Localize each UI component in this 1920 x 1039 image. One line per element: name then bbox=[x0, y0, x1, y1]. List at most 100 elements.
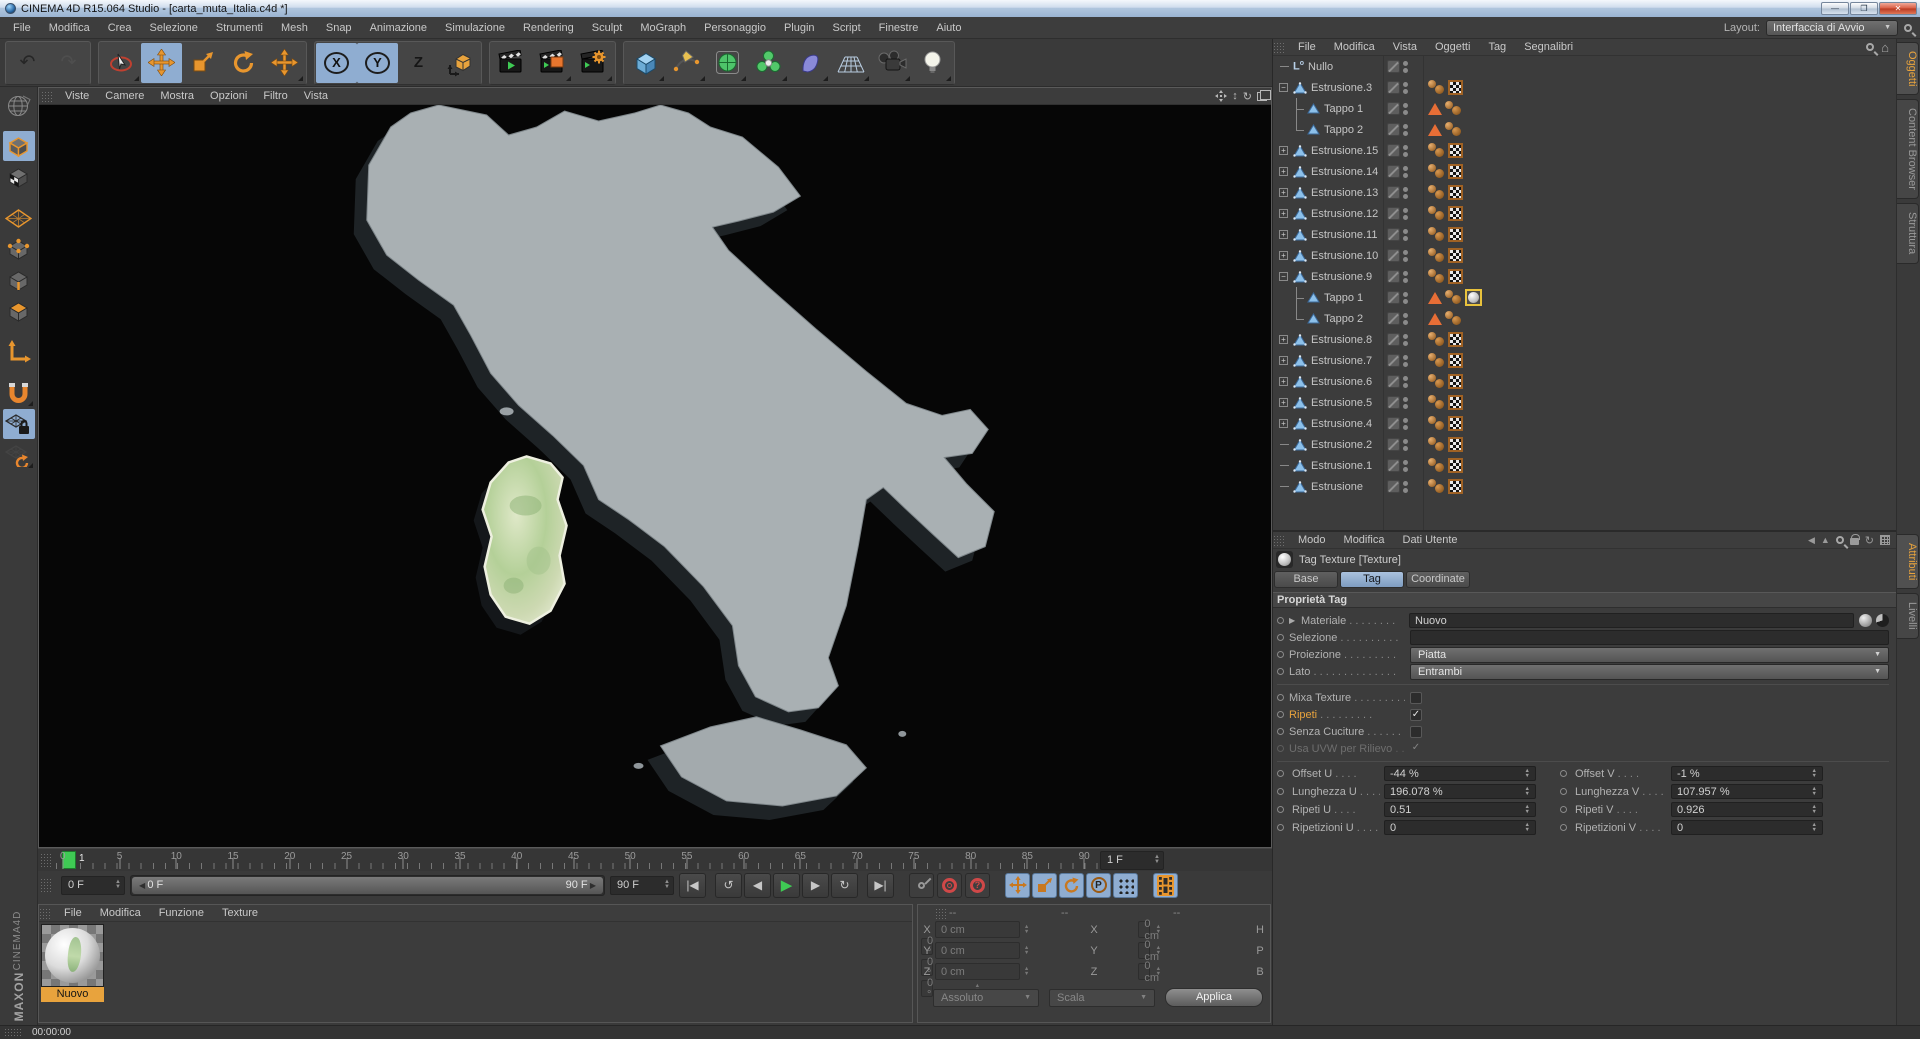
axis-mode-icon[interactable] bbox=[3, 337, 35, 367]
menu-item-tag[interactable]: Tag bbox=[1479, 41, 1515, 53]
anim-dot[interactable] bbox=[1277, 617, 1284, 624]
menu-item-modifica[interactable]: Modifica bbox=[1335, 534, 1394, 546]
materiale-field[interactable]: Nuovo bbox=[1409, 613, 1854, 628]
goto-end-button[interactable]: ▶| bbox=[867, 873, 894, 898]
visibility-dots[interactable] bbox=[1403, 376, 1408, 388]
layer-color-toggle[interactable] bbox=[1387, 375, 1400, 388]
layout-select[interactable]: Interfaccia di Avvio▼ bbox=[1766, 20, 1898, 36]
lock-x-axis-icon[interactable]: X bbox=[316, 43, 357, 83]
object-row-estrusione-7[interactable]: +Estrusione.7 bbox=[1273, 350, 1896, 371]
anim-dot[interactable] bbox=[1560, 824, 1567, 831]
menu-item-file[interactable]: File bbox=[4, 22, 40, 34]
visibility-dots[interactable] bbox=[1403, 166, 1408, 178]
minimize-button[interactable]: — bbox=[1821, 2, 1849, 15]
object-row-estrusione-10[interactable]: +Estrusione.10 bbox=[1273, 245, 1896, 266]
anim-dot[interactable] bbox=[1277, 728, 1284, 735]
object-name[interactable]: Estrusione.9 bbox=[1311, 271, 1372, 283]
render-settings-icon[interactable] bbox=[573, 43, 614, 83]
start-frame-spinner[interactable]: 0 F ▲▼ bbox=[61, 876, 125, 895]
panel-tab-livelli[interactable]: Livelli bbox=[1897, 593, 1919, 639]
phong-tag-icon[interactable] bbox=[1428, 374, 1445, 389]
menu-item-file[interactable]: File bbox=[55, 907, 91, 919]
menu-item-vista[interactable]: Vista bbox=[1384, 41, 1426, 53]
search-icon[interactable] bbox=[1904, 24, 1912, 32]
coords-field-y-1[interactable]: 0 cm bbox=[1138, 942, 1150, 959]
workplane-paint-mode-icon[interactable] bbox=[3, 203, 35, 233]
menu-item-mesh[interactable]: Mesh bbox=[272, 22, 317, 34]
object-row-estrusione-9[interactable]: −Estrusione.9 bbox=[1273, 266, 1896, 287]
menu-item-plugin[interactable]: Plugin bbox=[775, 22, 824, 34]
phong-tag-icon[interactable] bbox=[1428, 185, 1445, 200]
visibility-toggles[interactable] bbox=[1387, 354, 1408, 367]
tab-base[interactable]: Base bbox=[1274, 571, 1338, 588]
phong-tag-icon[interactable] bbox=[1445, 290, 1462, 305]
offset-v-field[interactable]: -1 %▲▼ bbox=[1671, 766, 1823, 781]
visibility-dots[interactable] bbox=[1403, 61, 1408, 73]
rotate-tool-icon[interactable] bbox=[223, 43, 264, 83]
undo-icon[interactable]: ↶ bbox=[7, 43, 48, 83]
apply-button[interactable]: Applica bbox=[1165, 988, 1263, 1007]
anim-dot[interactable] bbox=[1560, 770, 1567, 777]
menu-item-viste[interactable]: Viste bbox=[57, 90, 97, 102]
selection-tag-icon[interactable] bbox=[1428, 313, 1442, 325]
visibility-toggles[interactable] bbox=[1387, 123, 1408, 136]
object-row-estrusione-14[interactable]: + Estrusione.14 bbox=[1273, 161, 1896, 182]
key-rotation-button[interactable] bbox=[1059, 873, 1084, 898]
uvw-tag-icon[interactable] bbox=[1448, 479, 1463, 494]
layer-color-toggle[interactable] bbox=[1387, 396, 1400, 409]
points-mode-icon[interactable] bbox=[3, 234, 35, 264]
layer-color-toggle[interactable] bbox=[1387, 291, 1400, 304]
object-row-estrusione-2[interactable]: Estrusione.2 bbox=[1273, 434, 1896, 455]
visibility-toggles[interactable] bbox=[1387, 60, 1408, 73]
expand-icon[interactable]: + bbox=[1279, 167, 1288, 176]
visibility-toggles[interactable] bbox=[1387, 249, 1408, 262]
menu-item-dati-utente[interactable]: Dati Utente bbox=[1394, 534, 1467, 546]
spinner-arrows[interactable]: ▲▼ bbox=[1022, 946, 1032, 955]
layer-color-toggle[interactable] bbox=[1387, 228, 1400, 241]
key-scale-button[interactable] bbox=[1032, 873, 1057, 898]
selezione-field[interactable] bbox=[1410, 630, 1889, 645]
object-name[interactable]: Estrusione bbox=[1311, 481, 1363, 493]
goto-start-button[interactable]: |◀ bbox=[679, 873, 706, 898]
anim-dot[interactable] bbox=[1277, 694, 1284, 701]
expand-icon[interactable]: + bbox=[1279, 230, 1288, 239]
menu-item-filtro[interactable]: Filtro bbox=[255, 90, 295, 102]
uvw-tag-icon[interactable] bbox=[1448, 269, 1463, 284]
history-up-icon[interactable]: ▲ bbox=[1821, 535, 1830, 545]
layer-color-toggle[interactable] bbox=[1387, 480, 1400, 493]
uvw-tag-icon[interactable] bbox=[1448, 416, 1463, 431]
proiezione-dropdown[interactable]: Piatta▼ bbox=[1410, 647, 1889, 663]
expand-icon[interactable]: + bbox=[1279, 356, 1288, 365]
tab-tag[interactable]: Tag bbox=[1340, 571, 1404, 588]
spinner-arrows[interactable]: ▲▼ bbox=[1022, 967, 1032, 976]
texture-mode-icon[interactable] bbox=[3, 162, 35, 192]
object-row-estrusione-12[interactable]: +Estrusione.12 bbox=[1273, 203, 1896, 224]
object-row-estrusione-13[interactable]: +Estrusione.13 bbox=[1273, 182, 1896, 203]
visibility-toggles[interactable] bbox=[1387, 312, 1408, 325]
scale-tool-icon[interactable] bbox=[182, 43, 223, 83]
visibility-toggles[interactable] bbox=[1387, 480, 1408, 493]
next-key-button[interactable]: ↻ bbox=[831, 873, 858, 898]
light-icon[interactable] bbox=[912, 43, 953, 83]
coordinate-system-icon[interactable] bbox=[439, 43, 480, 83]
ripeti-v-field[interactable]: 0.926▲▼ bbox=[1671, 802, 1823, 817]
visibility-dots[interactable] bbox=[1403, 145, 1408, 157]
expand-arrow-icon[interactable]: ▶ bbox=[1289, 616, 1296, 625]
phong-tag-icon[interactable] bbox=[1445, 101, 1462, 116]
menu-item-sculpt[interactable]: Sculpt bbox=[583, 22, 632, 34]
phong-tag-icon[interactable] bbox=[1428, 479, 1445, 494]
uvw-tag-icon[interactable] bbox=[1448, 227, 1463, 242]
object-row-estrusione-1[interactable]: Estrusione.1 bbox=[1273, 455, 1896, 476]
spinner-arrows[interactable]: ▲▼ bbox=[1150, 946, 1166, 955]
menu-item-animazione[interactable]: Animazione bbox=[361, 22, 436, 34]
object-name[interactable]: Estrusione.12 bbox=[1311, 208, 1378, 220]
layer-color-toggle[interactable] bbox=[1387, 207, 1400, 220]
anim-dot[interactable] bbox=[1277, 824, 1284, 831]
panel-grip[interactable] bbox=[4, 1028, 22, 1038]
object-name[interactable]: Estrusione.14 bbox=[1311, 166, 1378, 178]
visibility-toggles[interactable] bbox=[1387, 144, 1408, 157]
uvw-tag-icon[interactable] bbox=[1448, 80, 1463, 95]
menu-item-modo[interactable]: Modo bbox=[1289, 534, 1335, 546]
expand-icon[interactable]: + bbox=[1279, 146, 1288, 155]
coords-field-x-1[interactable]: 0 cm bbox=[1138, 921, 1150, 938]
